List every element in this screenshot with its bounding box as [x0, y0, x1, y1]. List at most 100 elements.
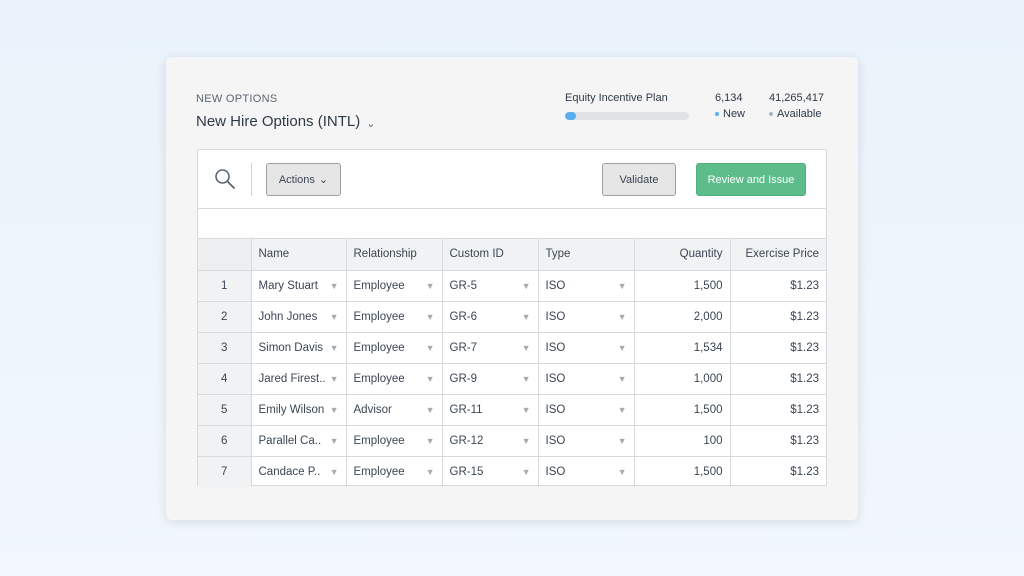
column-header[interactable]: Relationship [346, 239, 443, 271]
name-value: Mary Stuart [258, 279, 318, 292]
validate-button[interactable]: Validate [602, 163, 676, 196]
relationship-cell[interactable]: Employee ▼ [346, 301, 443, 333]
name-cell[interactable]: Parallel Ca.. ▼ [251, 425, 347, 457]
column-header[interactable]: Quantity [634, 239, 731, 271]
dropdown-arrow-icon[interactable]: ▼ [330, 281, 339, 291]
exercise-price-cell[interactable]: $1.23 [730, 394, 826, 426]
exercise-price-cell[interactable]: $1.23 [730, 425, 826, 457]
name-cell[interactable]: Simon Davis ▼ [251, 332, 347, 364]
custom-id-value: GR-12 [449, 434, 484, 447]
table-row: 4 Jared Firest.. ▼ Employee ▼ GR-9 ▼ ISO ▼ 1,000 $… [198, 363, 826, 395]
type-value: ISO [545, 279, 566, 292]
exercise-price-cell[interactable]: $1.23 [730, 270, 826, 302]
dropdown-arrow-icon[interactable]: ▼ [330, 467, 339, 477]
dropdown-arrow-icon[interactable]: ▼ [426, 436, 435, 446]
relationship-cell[interactable]: Employee ▼ [346, 332, 443, 364]
type-cell[interactable]: ISO ▼ [538, 394, 635, 426]
column-header[interactable]: Name [251, 239, 347, 271]
dropdown-arrow-icon[interactable]: ▼ [522, 343, 531, 353]
stat-new: 6,134 New [715, 92, 745, 120]
custom-id-value: GR-7 [449, 341, 477, 354]
custom-id-cell[interactable]: GR-9 ▼ [442, 363, 539, 395]
stat-new-label: New [723, 108, 746, 120]
custom-id-value: GR-15 [449, 465, 484, 478]
relationship-value: Advisor [353, 403, 392, 416]
dropdown-arrow-icon[interactable]: ▼ [618, 343, 627, 353]
type-cell[interactable]: ISO ▼ [538, 363, 635, 395]
plan-summary: Equity Incentive Plan [565, 92, 689, 120]
exercise-price-cell[interactable]: $1.23 [730, 456, 826, 487]
quantity-cell[interactable]: 2,000 [634, 301, 731, 333]
relationship-cell[interactable]: Employee ▼ [346, 363, 443, 395]
dropdown-arrow-icon[interactable]: ▼ [522, 281, 531, 291]
column-header[interactable]: Exercise Price [730, 239, 826, 271]
relationship-cell[interactable]: Advisor ▼ [346, 394, 443, 426]
dropdown-arrow-icon[interactable]: ▼ [522, 436, 531, 446]
dropdown-arrow-icon[interactable]: ▼ [426, 281, 435, 291]
name-value: Candace P.. [258, 465, 321, 478]
exercise-price-cell[interactable]: $1.23 [730, 301, 826, 333]
relationship-value: Employee [353, 434, 405, 447]
dropdown-arrow-icon[interactable]: ▼ [618, 467, 627, 477]
type-cell[interactable]: ISO ▼ [538, 332, 635, 364]
relationship-cell[interactable]: Employee ▼ [346, 456, 443, 487]
dropdown-arrow-icon[interactable]: ▼ [426, 467, 435, 477]
dropdown-arrow-icon[interactable]: ▼ [426, 374, 435, 384]
type-cell[interactable]: ISO ▼ [538, 456, 635, 487]
dropdown-arrow-icon[interactable]: ▼ [618, 374, 627, 384]
type-cell[interactable]: ISO ▼ [538, 270, 635, 302]
dropdown-arrow-icon[interactable]: ▼ [618, 312, 627, 322]
name-cell[interactable]: John Jones ▼ [251, 301, 347, 333]
dropdown-arrow-icon[interactable]: ▼ [618, 405, 627, 415]
exercise-price-cell[interactable]: $1.23 [730, 363, 826, 395]
custom-id-cell[interactable]: GR-5 ▼ [442, 270, 539, 302]
quantity-cell[interactable]: 1,500 [634, 456, 731, 487]
type-cell[interactable]: ISO ▼ [538, 301, 635, 333]
dropdown-arrow-icon[interactable]: ▼ [330, 436, 339, 446]
actions-button[interactable]: Actions ⌄ [266, 163, 341, 196]
quantity-cell[interactable]: 1,500 [634, 270, 731, 302]
dropdown-arrow-icon[interactable]: ▼ [426, 343, 435, 353]
dropdown-arrow-icon[interactable]: ▼ [330, 405, 339, 415]
custom-id-cell[interactable]: GR-7 ▼ [442, 332, 539, 364]
name-value: Parallel Ca.. [258, 434, 322, 447]
dropdown-arrow-icon[interactable]: ▼ [522, 374, 531, 384]
dropdown-arrow-icon[interactable]: ▼ [618, 436, 627, 446]
type-cell[interactable]: ISO ▼ [538, 425, 635, 457]
quantity-cell[interactable]: 1,500 [634, 394, 731, 426]
dropdown-arrow-icon[interactable]: ▼ [330, 343, 339, 353]
review-and-issue-button[interactable]: Review and Issue [696, 163, 806, 196]
custom-id-cell[interactable]: GR-15 ▼ [442, 456, 539, 487]
custom-id-cell[interactable]: GR-11 ▼ [442, 394, 539, 426]
dropdown-arrow-icon[interactable]: ▼ [426, 405, 435, 415]
grant-set-selector[interactable]: New Hire Options (INTL) ⌄ [196, 113, 375, 130]
name-cell[interactable]: Emily Wilson ▼ [251, 394, 347, 426]
name-cell[interactable]: Jared Firest.. ▼ [251, 363, 347, 395]
dropdown-arrow-icon[interactable]: ▼ [330, 374, 339, 384]
quantity-cell[interactable]: 1,534 [634, 332, 731, 364]
column-header[interactable]: Type [538, 239, 635, 271]
relationship-cell[interactable]: Employee ▼ [346, 425, 443, 457]
name-cell[interactable]: Mary Stuart ▼ [251, 270, 347, 302]
quantity-cell[interactable]: 1,000 [634, 363, 731, 395]
dropdown-arrow-icon[interactable]: ▼ [522, 405, 531, 415]
search-icon[interactable] [214, 168, 236, 190]
exercise-price-cell[interactable]: $1.23 [730, 332, 826, 364]
custom-id-cell[interactable]: GR-6 ▼ [442, 301, 539, 333]
stat-new-value: 6,134 [715, 92, 743, 104]
dropdown-arrow-icon[interactable]: ▼ [522, 312, 531, 322]
dropdown-arrow-icon[interactable]: ▼ [426, 312, 435, 322]
new-options-card: NEW OPTIONS New Hire Options (INTL) ⌄ Eq… [166, 57, 858, 520]
dropdown-arrow-icon[interactable]: ▼ [522, 467, 531, 477]
custom-id-cell[interactable]: GR-12 ▼ [442, 425, 539, 457]
dropdown-arrow-icon[interactable]: ▼ [618, 281, 627, 291]
type-value: ISO [545, 403, 566, 416]
quantity-cell[interactable]: 100 [634, 425, 731, 457]
plan-progress-bar [565, 112, 689, 120]
row-index: 1 [198, 270, 252, 302]
dropdown-arrow-icon[interactable]: ▼ [330, 312, 339, 322]
column-header[interactable]: Custom ID [442, 239, 539, 271]
relationship-cell[interactable]: Employee ▼ [346, 270, 443, 302]
section-label: NEW OPTIONS [196, 93, 278, 105]
name-cell[interactable]: Candace P.. ▼ [251, 456, 347, 487]
